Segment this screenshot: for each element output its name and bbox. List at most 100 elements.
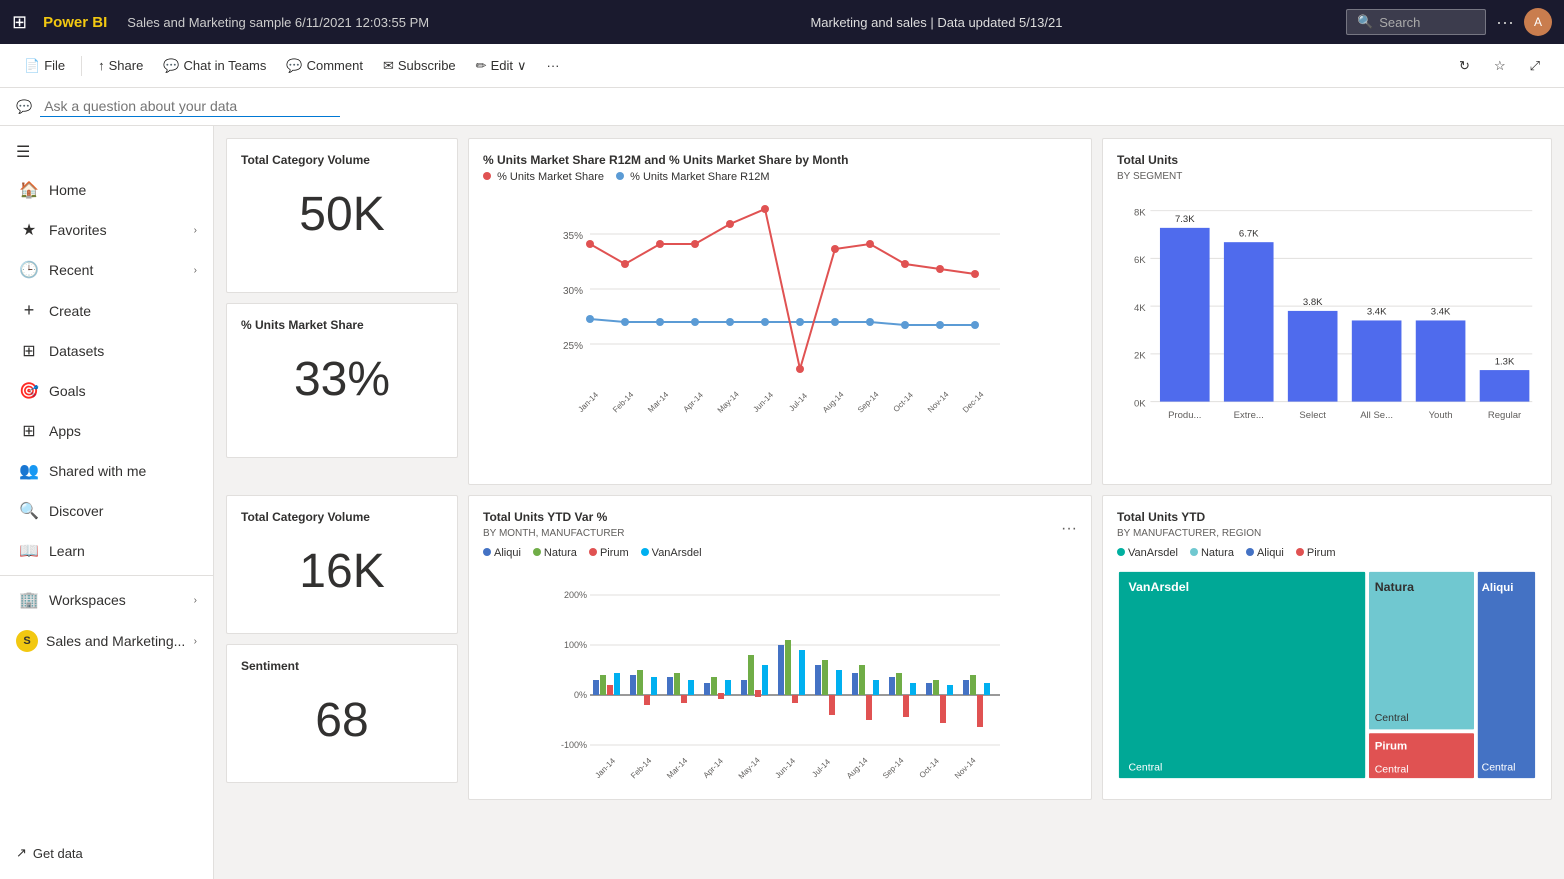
- fullscreen-button[interactable]: ⤢: [1522, 52, 1548, 80]
- svg-text:3.8K: 3.8K: [1303, 297, 1323, 308]
- total-category-volume-2-value: 16K: [241, 544, 443, 599]
- total-category-volume-value: 50K: [241, 187, 443, 242]
- total-units-ytd-subtitle: BY MANUFACTURER, REGION: [1117, 528, 1537, 539]
- toolbar-right: ↻ ☆ ⤢: [1451, 52, 1548, 80]
- sidebar-hamburger[interactable]: ☰: [0, 134, 213, 170]
- teams-icon: 💬: [163, 58, 179, 74]
- sidebar: ☰ 🏠 Home ★ Favorites › 🕒 Recent › + Crea…: [0, 126, 214, 879]
- favorites-icon: ★: [19, 220, 39, 240]
- waffle-icon[interactable]: ⊞: [12, 12, 27, 33]
- sidebar-item-recent[interactable]: 🕒 Recent ›: [0, 250, 213, 290]
- svg-text:Extre...: Extre...: [1234, 410, 1264, 421]
- legend-dot-natura: [533, 548, 541, 556]
- svg-text:Mar-14: Mar-14: [665, 756, 690, 781]
- svg-text:6K: 6K: [1134, 255, 1146, 266]
- ytd-var-more-button[interactable]: ···: [1061, 520, 1077, 538]
- file-button[interactable]: 📄 File: [16, 52, 73, 80]
- svg-text:Aug-14: Aug-14: [821, 390, 846, 415]
- topbar-more-button[interactable]: ···: [1496, 12, 1514, 33]
- svg-text:Nov-14: Nov-14: [926, 390, 951, 415]
- sidebar-item-home[interactable]: 🏠 Home: [0, 170, 213, 210]
- sidebar-item-sales[interactable]: S Sales and Marketing... ›: [0, 620, 213, 662]
- separator: [81, 56, 82, 76]
- svg-text:25%: 25%: [563, 341, 583, 352]
- sentiment-card: Sentiment 68: [226, 644, 458, 783]
- legend-vanarsdel-tm: VanArsdel: [1117, 547, 1178, 559]
- favorites-chevron-icon: ›: [194, 225, 197, 236]
- left-column: Total Category Volume 50K % Units Market…: [226, 138, 458, 485]
- legend-dot-aliqui-tm: [1246, 548, 1254, 556]
- svg-text:Feb-14: Feb-14: [629, 756, 654, 781]
- qa-input[interactable]: [40, 96, 340, 117]
- get-data-button[interactable]: ↗ Get data: [0, 835, 213, 871]
- svg-text:4K: 4K: [1134, 303, 1146, 314]
- sidebar-item-datasets[interactable]: ⊞ Datasets: [0, 331, 213, 371]
- qa-bar: 💬: [0, 88, 1564, 126]
- user-avatar[interactable]: A: [1524, 8, 1552, 36]
- chat-in-teams-button[interactable]: 💬 Chat in Teams: [155, 52, 274, 80]
- legend-dot-1: [483, 172, 491, 180]
- svg-text:0K: 0K: [1134, 398, 1146, 409]
- sidebar-item-create[interactable]: + Create: [0, 290, 213, 331]
- more-button[interactable]: ···: [538, 52, 567, 79]
- qa-icon: 💬: [16, 99, 32, 115]
- dashboard-content: Total Category Volume 50K % Units Market…: [214, 126, 1564, 879]
- edit-chevron-icon: ∨: [517, 58, 527, 74]
- sidebar-item-apps[interactable]: ⊞ Apps: [0, 411, 213, 451]
- svg-text:35%: 35%: [563, 231, 583, 242]
- svg-text:Dec-14: Dec-14: [961, 390, 986, 415]
- svg-text:Mar-14: Mar-14: [646, 390, 671, 415]
- svg-text:Youth: Youth: [1429, 410, 1453, 421]
- toolbar: 📄 File ↑ Share 💬 Chat in Teams 💬 Comment…: [0, 44, 1564, 88]
- comment-button[interactable]: 💬 Comment: [278, 52, 371, 80]
- comment-icon: 💬: [286, 58, 302, 74]
- refresh-button[interactable]: ↻: [1451, 52, 1478, 80]
- search-bar[interactable]: 🔍 Search: [1346, 9, 1486, 35]
- sidebar-item-favorites[interactable]: ★ Favorites ›: [0, 210, 213, 250]
- ytd-var-subtitle: BY MONTH, MANUFACTURER: [483, 528, 625, 539]
- sidebar-item-shared[interactable]: 👥 Shared with me: [0, 451, 213, 491]
- units-market-share-value: 33%: [241, 352, 443, 407]
- svg-text:100%: 100%: [564, 640, 587, 650]
- home-icon: 🏠: [19, 180, 39, 200]
- treemap-svg: VanArsdel Central Natura Central Aliqui …: [1117, 565, 1537, 785]
- total-category-volume-card-1: Total Category Volume 50K: [226, 138, 458, 293]
- svg-text:Jun-14: Jun-14: [773, 756, 797, 780]
- total-category-volume-card-2: Total Category Volume 16K: [226, 495, 458, 634]
- svg-text:Oct-14: Oct-14: [918, 756, 942, 780]
- get-data-icon: ↗: [16, 845, 27, 861]
- units-market-share-card: % Units Market Share 33%: [226, 303, 458, 458]
- svg-text:May-14: May-14: [737, 755, 763, 781]
- sentiment-value: 68: [241, 693, 443, 748]
- legend-item-2: % Units Market Share R12M: [616, 171, 769, 183]
- sidebar-item-learn[interactable]: 📖 Learn: [0, 531, 213, 571]
- dashboard-row-2: Total Category Volume 16K Sentiment 68 T…: [226, 495, 1552, 800]
- sidebar-item-goals[interactable]: 🎯 Goals: [0, 371, 213, 411]
- svg-text:Apr-14: Apr-14: [702, 756, 726, 780]
- subscribe-button[interactable]: ✉ Subscribe: [375, 52, 464, 80]
- svg-text:Jul-14: Jul-14: [810, 757, 832, 779]
- edit-button[interactable]: ✏ Edit ∨: [468, 52, 535, 80]
- sidebar-item-workspaces[interactable]: 🏢 Workspaces ›: [0, 580, 213, 620]
- legend-dot-natura-tm: [1190, 548, 1198, 556]
- search-icon: 🔍: [1357, 14, 1373, 30]
- total-units-title: Total Units: [1117, 153, 1537, 167]
- svg-text:Feb-14: Feb-14: [611, 390, 636, 415]
- sidebar-item-discover[interactable]: 🔍 Discover: [0, 491, 213, 531]
- svg-text:0%: 0%: [574, 690, 587, 700]
- svg-text:Select: Select: [1299, 410, 1326, 421]
- brand-logo: Power BI: [43, 14, 107, 31]
- svg-text:Aliqui: Aliqui: [1482, 582, 1514, 594]
- svg-text:Sep-14: Sep-14: [856, 390, 881, 415]
- legend-dot-vanarsdel: [641, 548, 649, 556]
- svg-text:Apr-14: Apr-14: [682, 390, 706, 414]
- file-icon: 📄: [24, 58, 40, 74]
- topbar-right: 🔍 Search ··· A: [1346, 8, 1552, 36]
- svg-text:8K: 8K: [1134, 207, 1146, 218]
- legend-aliqui-tm: Aliqui: [1246, 547, 1284, 559]
- total-units-card: Total Units BY SEGMENT 8K 6K 4K 2K 0K: [1102, 138, 1552, 485]
- share-button[interactable]: ↑ Share: [90, 52, 151, 79]
- favorite-button[interactable]: ☆: [1486, 52, 1514, 80]
- share-icon: ↑: [98, 58, 105, 73]
- legend-dot-pirum: [589, 548, 597, 556]
